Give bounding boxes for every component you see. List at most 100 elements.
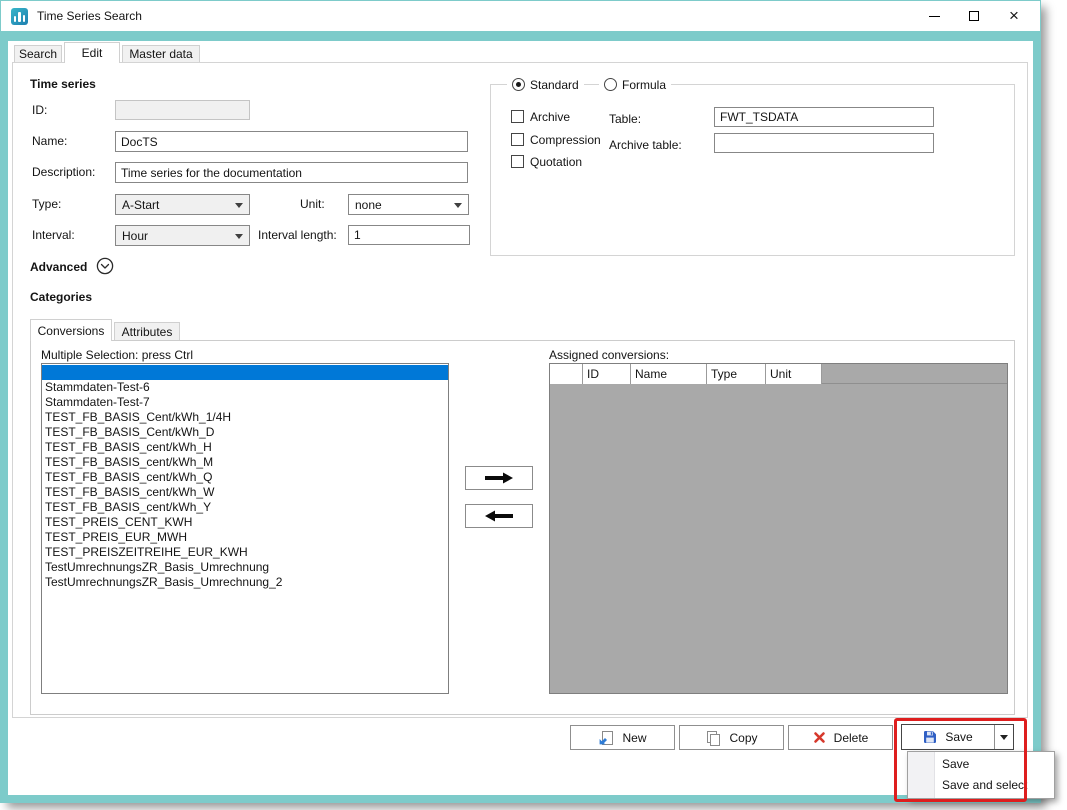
archive-table-input[interactable]: [714, 133, 934, 153]
checkbox-archive-label: Archive: [530, 110, 570, 124]
radio-standard[interactable]: Standard: [507, 77, 584, 92]
client-area: Search Edit Master data Time series ID: …: [8, 41, 1033, 795]
save-dropdown-menu: SaveSave and select: [907, 751, 1055, 799]
minimize-button[interactable]: [914, 1, 954, 31]
delete-button[interactable]: Delete: [788, 725, 893, 750]
window-title: Time Series Search: [37, 9, 142, 23]
save-menu-item[interactable]: Save and select: [908, 775, 1054, 796]
interval-label: Interval:: [32, 228, 75, 242]
name-input[interactable]: DocTS: [115, 131, 468, 152]
table-label: Table:: [609, 112, 641, 126]
tab-conversions[interactable]: Conversions: [30, 319, 112, 341]
interval-length-label: Interval length:: [258, 228, 337, 242]
delete-button-label: Delete: [834, 731, 869, 745]
delete-x-icon: [813, 731, 826, 744]
conversion-list-item[interactable]: Stammdaten-Test-7: [42, 395, 448, 410]
id-label: ID:: [32, 103, 47, 117]
arrow-right-icon: [483, 471, 515, 485]
checkbox-icon: [511, 110, 524, 123]
assigned-column-header[interactable]: Unit: [766, 364, 822, 384]
archive-table-label: Archive table:: [609, 138, 682, 152]
storage-groupbox: Standard Formula Archive Compression Quo…: [490, 84, 1015, 256]
conversion-list-item[interactable]: TEST_PREISZEITREIHE_EUR_KWH: [42, 545, 448, 560]
tab-search[interactable]: Search: [14, 45, 62, 62]
conversion-list-item[interactable]: TestUmrechnungsZR_Basis_Umrechnung_2: [42, 575, 448, 590]
advanced-expander-icon[interactable]: [96, 257, 114, 275]
close-button[interactable]: ×: [994, 1, 1034, 31]
available-conversions-list[interactable]: Stammdaten-Test-6Stammdaten-Test-7TEST_F…: [41, 363, 449, 694]
conversion-list-item[interactable]: TEST_PREIS_CENT_KWH: [42, 515, 448, 530]
arrow-left-icon: [483, 509, 515, 523]
checkbox-archive[interactable]: Archive: [511, 109, 570, 124]
assigned-column-header[interactable]: Name: [631, 364, 707, 384]
table-input[interactable]: FWT_TSDATA: [714, 107, 934, 127]
tab-master-data[interactable]: Master data: [122, 45, 200, 62]
checkbox-compression[interactable]: Compression: [511, 132, 601, 147]
assign-conversion-button[interactable]: [465, 466, 533, 490]
maximize-button[interactable]: [954, 1, 994, 31]
radio-formula[interactable]: Formula: [599, 77, 671, 92]
tab-edit[interactable]: Edit: [64, 42, 120, 63]
assigned-conversions-label: Assigned conversions:: [549, 348, 669, 362]
name-label: Name:: [32, 134, 67, 148]
unit-combobox[interactable]: none: [348, 194, 469, 215]
save-button[interactable]: Save: [901, 724, 1014, 750]
radio-dot-icon: [512, 78, 525, 91]
checkbox-quotation-label: Quotation: [530, 155, 582, 169]
conversion-list-item[interactable]: TEST_FB_BASIS_cent/kWh_W: [42, 485, 448, 500]
radio-dot-icon: [604, 78, 617, 91]
conversion-list-item[interactable]: TEST_FB_BASIS_cent/kWh_Y: [42, 500, 448, 515]
assigned-conversions-grid[interactable]: IDNameTypeUnit: [549, 363, 1008, 694]
app-window: Time Series Search × Search Edit Master …: [0, 0, 1041, 803]
interval-value: Hour: [122, 229, 148, 243]
conversion-list-item[interactable]: [42, 365, 448, 380]
copy-button[interactable]: Copy: [679, 725, 784, 750]
save-floppy-icon: [923, 730, 937, 744]
advanced-heading: Advanced: [30, 260, 87, 274]
interval-combobox[interactable]: Hour: [115, 225, 250, 246]
save-button-label: Save: [945, 730, 972, 744]
maximize-icon: [969, 11, 979, 21]
description-label: Description:: [32, 165, 95, 179]
checkbox-quotation[interactable]: Quotation: [511, 154, 582, 169]
copy-button-label: Copy: [729, 731, 757, 745]
tab-attributes[interactable]: Attributes: [114, 322, 180, 340]
minimize-icon: [929, 16, 940, 17]
combo-caret-icon: [454, 203, 462, 212]
assigned-column-header[interactable]: [550, 364, 583, 384]
conversion-list-item[interactable]: TEST_FB_BASIS_cent/kWh_Q: [42, 470, 448, 485]
new-button[interactable]: New: [570, 725, 675, 750]
conversion-list-item[interactable]: TEST_PREIS_EUR_MWH: [42, 530, 448, 545]
type-label: Type:: [32, 197, 61, 211]
save-dropdown-arrow[interactable]: [994, 725, 1013, 749]
type-value: A-Start: [122, 198, 159, 212]
assigned-column-header[interactable]: Type: [707, 364, 766, 384]
conversion-list-item[interactable]: TEST_FB_BASIS_cent/kWh_H: [42, 440, 448, 455]
categories-heading: Categories: [30, 290, 92, 304]
conversion-list-item[interactable]: TestUmrechnungsZR_Basis_Umrechnung: [42, 560, 448, 575]
conversions-panel: Multiple Selection: press Ctrl Stammdate…: [30, 340, 1015, 715]
conversion-list-item[interactable]: TEST_FB_BASIS_Cent/kWh_1/4H: [42, 410, 448, 425]
assigned-column-header[interactable]: ID: [583, 364, 631, 384]
checkbox-compression-label: Compression: [530, 133, 601, 147]
close-icon: ×: [1009, 7, 1019, 24]
app-icon: [11, 8, 28, 25]
conversion-list-item[interactable]: Stammdaten-Test-6: [42, 380, 448, 395]
description-input[interactable]: Time series for the documentation: [115, 162, 468, 183]
interval-length-input[interactable]: 1: [348, 225, 470, 245]
title-bar: Time Series Search ×: [1, 1, 1040, 31]
radio-formula-label: Formula: [622, 78, 666, 92]
multi-select-hint: Multiple Selection: press Ctrl: [41, 348, 193, 362]
caret-down-icon: [1000, 735, 1008, 744]
conversion-list-item[interactable]: TEST_FB_BASIS_cent/kWh_M: [42, 455, 448, 470]
id-input: [115, 100, 250, 120]
window-controls: ×: [914, 1, 1034, 31]
checkbox-icon: [511, 133, 524, 146]
combo-caret-icon: [235, 234, 243, 243]
conversion-list-item[interactable]: TEST_FB_BASIS_Cent/kWh_D: [42, 425, 448, 440]
save-menu-item[interactable]: Save: [908, 754, 1054, 775]
type-combobox[interactable]: A-Start: [115, 194, 250, 215]
time-series-heading: Time series: [30, 77, 96, 91]
new-button-label: New: [622, 731, 646, 745]
unassign-conversion-button[interactable]: [465, 504, 533, 528]
